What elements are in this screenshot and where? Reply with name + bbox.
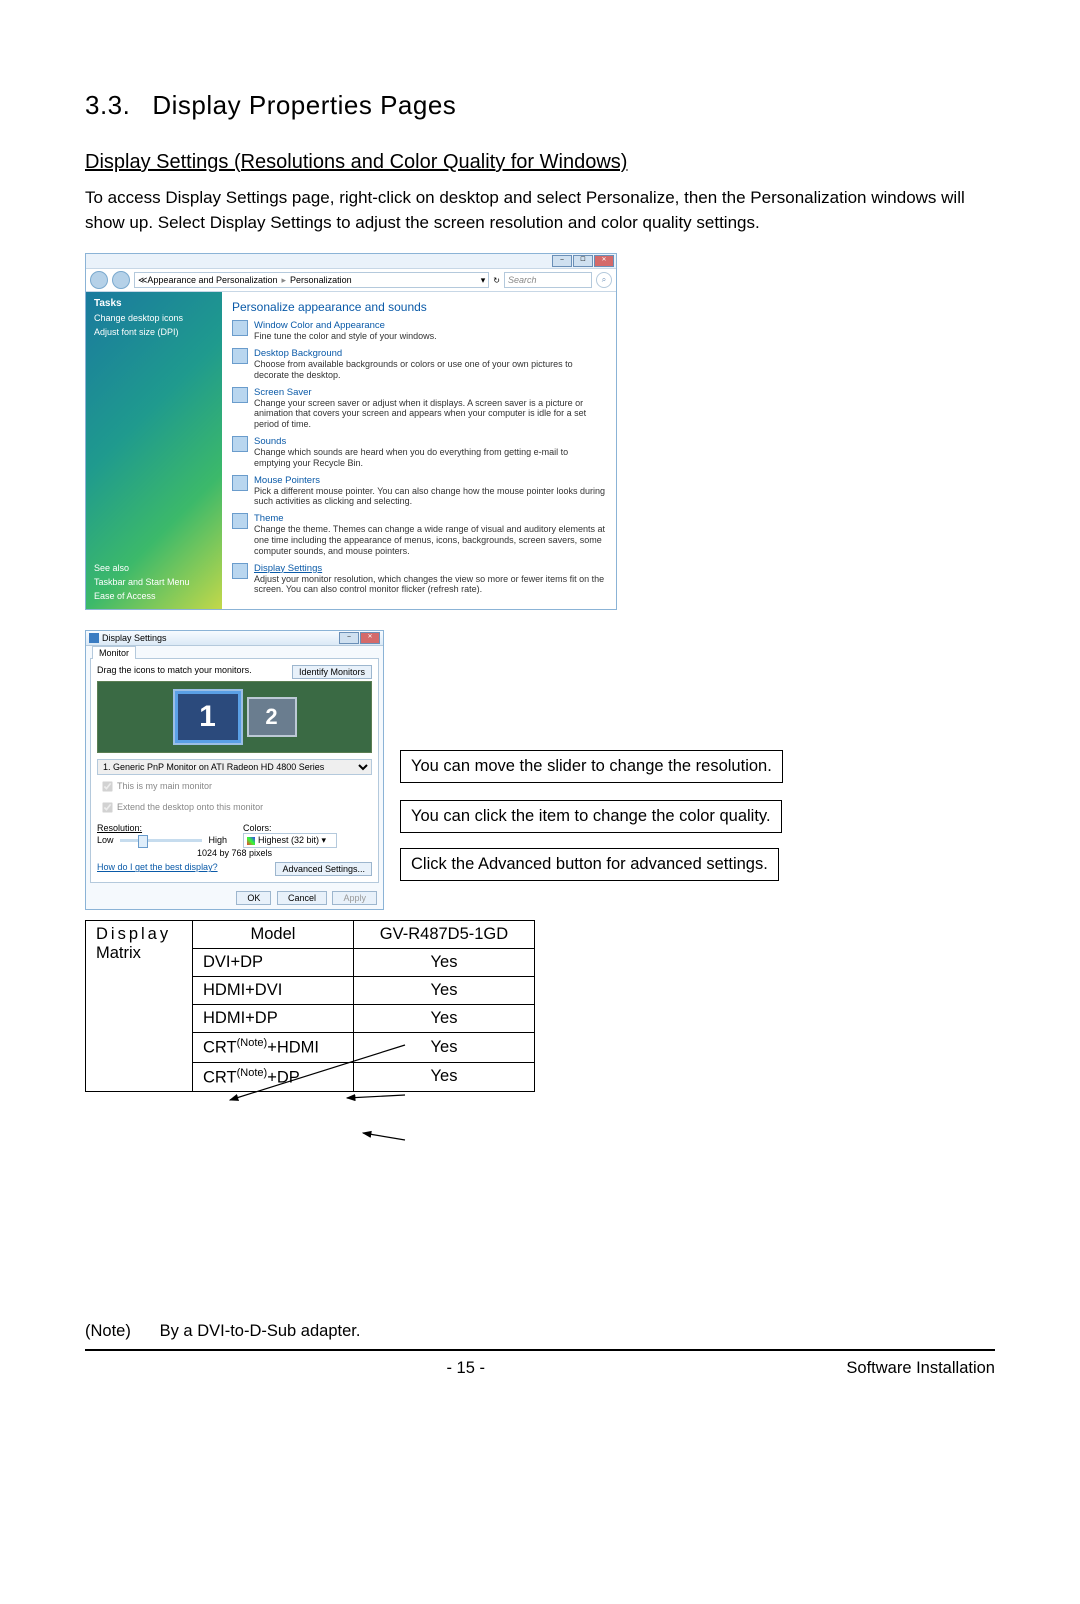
extend-desktop-label: Extend the desktop onto this monitor [117,802,263,812]
window-titlebar: ‒ ☐ ✕ [86,254,616,268]
note-text: By a DVI-to-D-Sub adapter. [160,1322,361,1340]
callout-advanced: Click the Advanced button for advanced s… [400,848,779,881]
item-mouse-pointers: Mouse PointersPick a different mouse poi… [232,475,606,508]
callout-color-quality: You can click the item to change the col… [400,800,782,833]
personalization-window: ‒ ☐ ✕ ≪ Appearance and Personalization ▸… [85,253,617,610]
display-settings-window: Display Settings ‒ ✕ Monitor Drag the ic… [85,630,384,910]
link-change-desktop-icons[interactable]: Change desktop icons [94,313,214,323]
subsection-title: Display Settings (Resolutions and Color … [85,151,995,174]
link-adjust-font-size[interactable]: Adjust font size (DPI) [94,327,214,337]
link-display-settings[interactable]: Display Settings [254,563,322,574]
item-theme: ThemeChange the theme. Themes can change… [232,513,606,556]
item-window-color: Window Color and AppearanceFine tune the… [232,320,606,342]
page-number: - 15 - [446,1359,485,1378]
resolution-value: 1024 by 768 pixels [97,848,372,858]
tab-monitor[interactable]: Monitor [92,646,136,659]
crumb-b: Personalization [290,275,352,285]
main-monitor-label: This is my main monitor [117,781,212,791]
maximize-button[interactable]: ☐ [573,255,593,267]
link-screen-saver[interactable]: Screen Saver [254,387,312,398]
personalize-heading: Personalize appearance and sounds [232,300,606,314]
col-gv: GV-R487D5-1GD [354,921,535,949]
link-theme[interactable]: Theme [254,513,284,524]
help-link[interactable]: How do I get the best display? [97,862,218,872]
item-desktop-background: Desktop BackgroundChoose from available … [232,348,606,381]
link-mouse-pointers[interactable]: Mouse Pointers [254,475,320,486]
color-icon [232,320,248,336]
item-sounds: SoundsChange which sounds are heard when… [232,436,606,469]
monitor-icon [89,633,99,643]
apply-button[interactable]: Apply [332,891,377,905]
checkbox-main-monitor [102,782,112,792]
link-taskbar-start-menu[interactable]: Taskbar and Start Menu [94,577,190,587]
ok-button[interactable]: OK [236,891,271,905]
display-matrix-table: Display Matrix Model GV-R487D5-1GD DVI+D… [85,920,535,1092]
table-row: Display Matrix Model GV-R487D5-1GD [86,921,535,949]
close-button[interactable]: ✕ [360,632,380,644]
address-bar: ≪ Appearance and Personalization ▸ Perso… [86,268,616,292]
personalize-content: Personalize appearance and sounds Window… [222,292,616,609]
display-icon [232,563,248,579]
minimize-button[interactable]: ‒ [339,632,359,644]
matrix-title-cell: Display Matrix [86,921,193,1092]
dialog-buttons: OK Cancel Apply [86,887,383,909]
see-also-heading: See also [94,563,190,573]
tasks-sidebar: Tasks Change desktop icons Adjust font s… [86,292,222,609]
section-heading: 3.3. Display Properties Pages [85,90,995,121]
note-label: (Note) [85,1322,155,1341]
note: (Note) By a DVI-to-D-Sub adapter. [85,1322,995,1341]
cancel-button[interactable]: Cancel [277,891,327,905]
monitor-1[interactable]: 1 [175,691,241,743]
tasks-heading: Tasks [94,298,214,309]
col-model: Model [193,921,354,949]
section-number: 3.3. [85,90,130,121]
checkbox-extend-desktop [102,803,112,813]
monitor-2[interactable]: 2 [249,699,295,735]
link-sounds[interactable]: Sounds [254,436,286,447]
advanced-settings-button[interactable]: Advanced Settings... [275,862,372,876]
ds-titlebar: Display Settings ‒ ✕ [86,631,383,646]
link-ease-of-access[interactable]: Ease of Access [94,591,190,601]
screensaver-icon [232,387,248,403]
back-button[interactable] [90,271,108,289]
close-button[interactable]: ✕ [594,255,614,267]
footer: - 15 - Software Installation [85,1359,995,1408]
link-desktop-background[interactable]: Desktop Background [254,348,342,359]
sounds-icon [232,436,248,452]
drag-hint: Drag the icons to match your monitors. [97,665,252,675]
see-also-block: See also Taskbar and Start Menu Ease of … [94,563,190,601]
slider-thumb[interactable] [138,835,148,848]
color-quality-select[interactable]: Highest (32 bit) ▾ [243,833,337,848]
monitor-select[interactable]: 1. Generic PnP Monitor on ATI Radeon HD … [97,759,372,775]
breadcrumb[interactable]: ≪ Appearance and Personalization ▸ Perso… [134,272,489,288]
forward-button[interactable] [112,271,130,289]
search-input[interactable]: Search [504,272,592,288]
callout-resolution: You can move the slider to change the re… [400,750,783,783]
footer-section: Software Installation [846,1359,995,1378]
colors-label: Colors: [243,823,272,833]
theme-icon [232,513,248,529]
identify-monitors-button[interactable]: Identify Monitors [292,665,372,679]
body-paragraph: To access Display Settings page, right-c… [85,186,995,235]
link-window-color[interactable]: Window Color and Appearance [254,320,385,331]
monitor-arrangement[interactable]: 1 2 [97,681,372,753]
section-title: Display Properties Pages [152,90,456,120]
footer-rule [85,1349,995,1351]
item-screen-saver: Screen SaverChange your screen saver or … [232,387,606,430]
resolution-slider[interactable]: Low High [97,835,227,845]
crumb-a: Appearance and Personalization [147,275,277,285]
ds-tabs: Monitor [86,646,383,658]
background-icon [232,348,248,364]
search-icon[interactable]: ⌕ [596,272,612,288]
minimize-button[interactable]: ‒ [552,255,572,267]
mouse-icon [232,475,248,491]
item-display-settings: Display SettingsAdjust your monitor reso… [232,563,606,596]
resolution-label: Resolution: [97,823,142,833]
ds-title: Display Settings [102,633,167,643]
